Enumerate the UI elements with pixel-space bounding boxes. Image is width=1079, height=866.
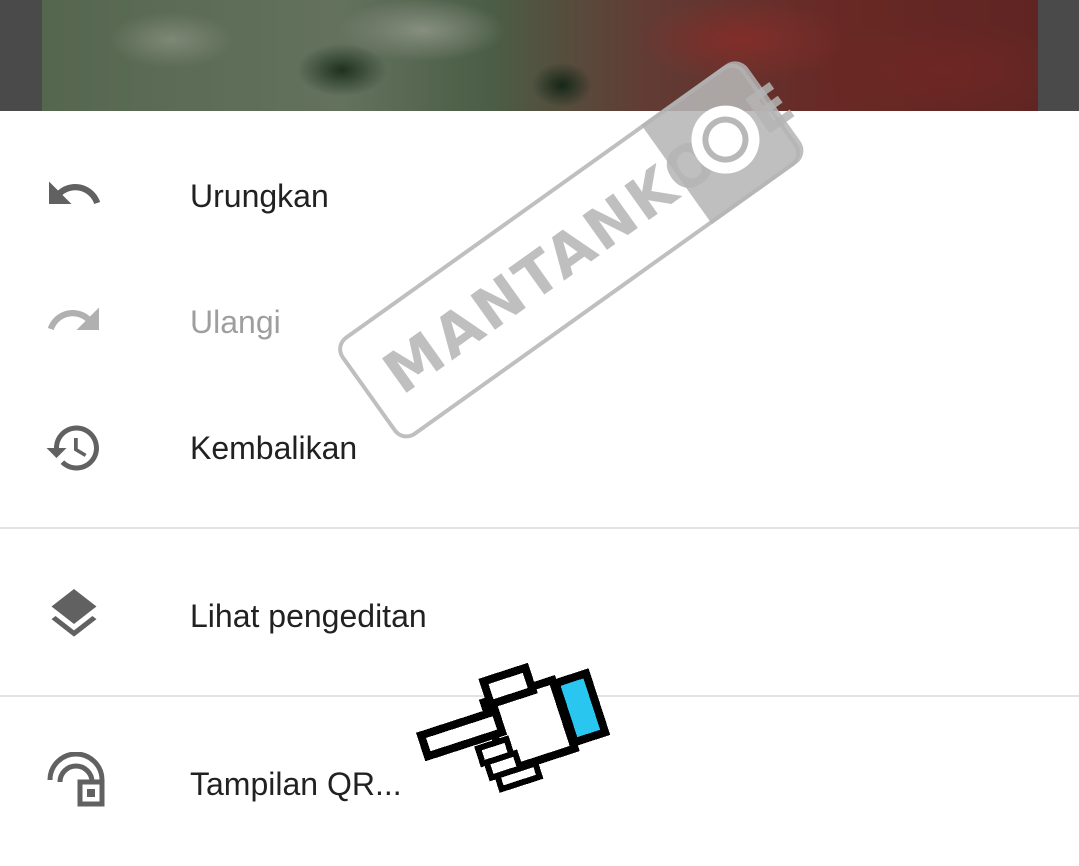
menu-item-label: Urungkan [190,178,329,214]
qr-cast-icon [44,751,105,812]
menu-item-redo[interactable]: Ulangi [0,262,1079,382]
image-preview-strip [0,0,1079,111]
undo-icon [44,164,104,224]
redo-icon [44,290,104,350]
menu-item-label: Kembalikan [190,430,358,466]
history-restore-icon [44,418,104,478]
photo-preview [42,0,1038,111]
menu-item-label: Lihat pengeditan [190,598,427,634]
menu-divider [0,527,1079,529]
pointing-hand-cursor-icon [415,652,630,812]
menu-item-revert[interactable]: Kembalikan [0,388,1079,508]
menu-item-undo[interactable]: Urungkan [0,136,1079,256]
menu-item-label: Tampilan QR... [190,766,402,802]
menu-item-label: Ulangi [190,304,281,340]
layers-icon [44,582,104,642]
